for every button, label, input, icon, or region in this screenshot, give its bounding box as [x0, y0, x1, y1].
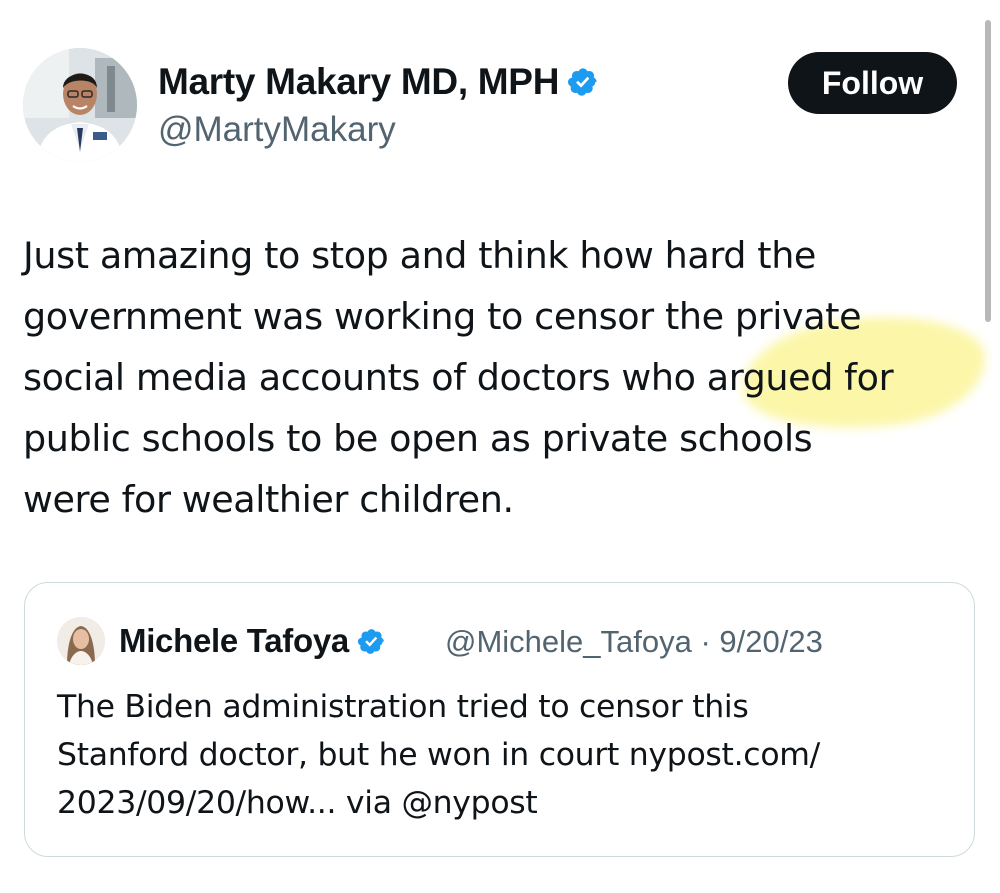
quoted-tweet-text: The Biden administration tried to censor…	[57, 683, 957, 827]
author-display-name[interactable]: Marty Makary MD, MPH	[158, 58, 599, 106]
quoted-text-line: The Biden administration tried to censor…	[57, 689, 749, 725]
quoted-tweet-card[interactable]: Michele Tafoya @Michele_Tafoya · 9/20/23…	[24, 582, 975, 857]
tweet-text: Just amazing to stop and think how hard …	[23, 225, 983, 530]
author-avatar[interactable]	[23, 48, 137, 162]
tweet-text-line: were for wealthier children.	[23, 478, 514, 521]
tweet-text-line: government was working to censor the pri…	[23, 295, 862, 338]
tweet-text-line: social media accounts of doctors who arg…	[23, 356, 894, 399]
quoted-text-line: Stanford doctor, but he won in court nyp…	[57, 737, 820, 773]
quoted-author-name[interactable]: Michele Tafoya	[119, 619, 386, 663]
verified-badge-icon	[568, 68, 597, 96]
quoted-text-line: 2023/09/20/how... via @nypost	[57, 785, 538, 821]
tweet-text-line: Just amazing to stop and think how hard …	[23, 234, 816, 277]
verified-badge-icon	[357, 629, 384, 654]
author-handle[interactable]: @MartyMakary	[158, 108, 396, 152]
quoted-handle-date[interactable]: @Michele_Tafoya · 9/20/23	[445, 620, 823, 664]
quoted-author-avatar[interactable]	[57, 617, 105, 665]
quoted-author-name-text: Michele Tafoya	[119, 622, 349, 659]
tweet-text-line: public schools to be open as private sch…	[23, 417, 813, 460]
scrollbar-thumb[interactable]	[985, 20, 991, 322]
quoted-avatar-photo	[57, 617, 105, 665]
avatar-photo	[23, 48, 137, 162]
author-name-text: Marty Makary MD, MPH	[158, 61, 560, 102]
follow-button[interactable]: Follow	[788, 52, 957, 114]
